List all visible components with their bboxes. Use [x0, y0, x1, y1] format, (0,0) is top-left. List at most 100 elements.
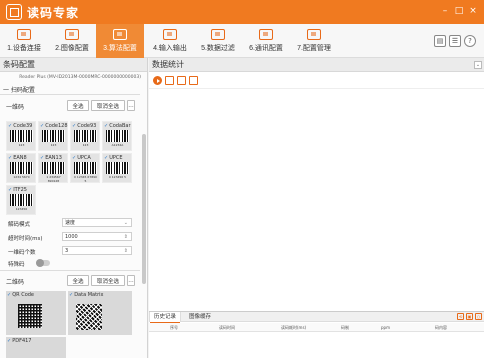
tool-algorithm-config[interactable]: 3.算法配置: [96, 24, 144, 58]
deselect-all-2d-button[interactable]: 取消全选: [91, 275, 125, 286]
data-stats-title: 数据统计: [152, 60, 184, 69]
tab-image-cache[interactable]: 图像缓存: [185, 312, 215, 322]
tool-input-output[interactable]: 4.输入输出: [146, 24, 194, 58]
tool-label: 2.图像配置: [55, 45, 89, 52]
code-cell-code39[interactable]: ✓Code39 123: [6, 121, 36, 151]
left-scrollbar[interactable]: [142, 134, 146, 284]
app-window: 读码专家 – □ × 1.设备连接 2.图像配置 3.算法配置 4.输入输出 5…: [0, 0, 484, 358]
help-icon[interactable]: ?: [464, 35, 476, 47]
code-sample: 0 123456 5: [108, 175, 127, 179]
timeout-value: 1000: [65, 234, 78, 240]
settings-icon[interactable]: ○: [475, 313, 482, 320]
reader-info: Reader Plus (MV-ID2013M-0000MRC-00000000…: [19, 75, 141, 80]
data-stats-panel: 数据统计 ⌄ 历史记录 图像缓存 ⟲ ▣ ○ 序号 读码时间 读码耗时(ms) …: [149, 58, 484, 358]
more-2d-button[interactable]: …: [127, 275, 135, 286]
io-icon: [163, 29, 177, 40]
subtitle-1d: 一维码: [6, 104, 25, 111]
deselect-all-1d-button[interactable]: 取消全选: [91, 100, 125, 111]
tool-image-config[interactable]: 2.图像配置: [48, 24, 96, 58]
code-name: ITF25: [13, 187, 27, 193]
code-cell-code93[interactable]: ✓Code93 123: [70, 121, 100, 151]
col-code-type: 码制: [341, 325, 349, 330]
select-all-1d-button[interactable]: 全选: [67, 100, 89, 111]
clear-icon[interactable]: ⟲: [457, 313, 464, 320]
check-icon: ✓: [7, 338, 12, 344]
code-name: Code93: [77, 123, 97, 129]
code-cell-code128[interactable]: ✓Code128 123: [38, 121, 68, 151]
history-panel: 历史记录 图像缓存 ⟲ ▣ ○ 序号 读码时间 读码耗时(ms) 码制 ppm …: [149, 311, 484, 358]
tool-communication[interactable]: 6.通讯配置: [242, 24, 290, 58]
tool-label: 6.通讯配置: [249, 45, 283, 52]
check-icon: ✓: [72, 123, 77, 129]
datamatrix-icon: [76, 304, 102, 330]
history-tabs: 历史记录 图像缓存 ⟲ ▣ ○: [149, 312, 484, 323]
special-code-toggle[interactable]: [36, 259, 50, 267]
image-save-icon[interactable]: [177, 76, 186, 85]
tool-label: 3.算法配置: [103, 45, 137, 52]
export-icon[interactable]: [165, 76, 174, 85]
check-icon: ✓: [40, 155, 45, 161]
code-cell-codabar[interactable]: ✓CodaBar A1234A: [102, 121, 132, 151]
col-read-time: 读码时间: [219, 325, 235, 330]
tool-data-filter[interactable]: 5.数据过滤: [194, 24, 242, 58]
code-name: Code128: [45, 123, 68, 129]
start-icon[interactable]: [153, 76, 162, 85]
check-icon: ✓: [72, 155, 77, 161]
chevron-down-icon[interactable]: ⌄: [474, 61, 482, 69]
code-cell-upca[interactable]: ✓UPCA 0 12345 67890 5: [70, 153, 100, 183]
tool-device-connect[interactable]: 1.设备连接: [0, 24, 48, 58]
decode-mode-select[interactable]: 速度 ⌄: [62, 218, 132, 227]
menu-icon[interactable]: ☰: [449, 35, 461, 47]
timeout-input[interactable]: 1000 ⇕: [62, 232, 132, 241]
image-icon: [65, 29, 79, 40]
save-icon[interactable]: ▣: [466, 313, 473, 320]
check-icon: ✓: [40, 123, 45, 129]
config-icon: [307, 29, 321, 40]
tab-history[interactable]: 历史记录: [149, 312, 182, 323]
window-controls: – □ ×: [440, 5, 478, 17]
stepper-icon[interactable]: ⇕: [124, 247, 128, 255]
code-cell-itf25[interactable]: ✓ITF25 123456: [6, 185, 36, 215]
code-cell-pdf417[interactable]: ✓PDF417: [6, 337, 66, 358]
col-ppm: ppm: [381, 325, 390, 330]
decode-mode-value: 速度: [65, 220, 76, 226]
tool-config-manage[interactable]: 7.配置管理: [290, 24, 338, 58]
code-name: PDF417: [12, 338, 32, 344]
code-sample: 123456: [15, 207, 28, 211]
code-name: QR Code: [12, 292, 35, 298]
more-1d-button[interactable]: …: [127, 100, 135, 111]
stats-canvas: [149, 88, 484, 310]
code-cell-datamatrix[interactable]: ✓Data Matrix: [68, 291, 132, 335]
minimize-button[interactable]: –: [440, 5, 450, 17]
close-button[interactable]: ×: [468, 5, 478, 17]
algorithm-icon: [113, 29, 127, 40]
count-input[interactable]: 3 ⇕: [62, 246, 132, 255]
check-icon: ✓: [104, 123, 109, 129]
divider: [0, 270, 140, 271]
stepper-icon[interactable]: ⇕: [124, 233, 128, 241]
code-sample: A1234A: [111, 143, 124, 147]
code-sample: 1234 5670: [13, 175, 30, 179]
layout-icon[interactable]: ▤: [434, 35, 446, 47]
barcode-config-panel: 条码配置 Reader Plus (MV-ID2013M-0000MRC-000…: [0, 58, 148, 358]
code-cell-ean13[interactable]: ✓EAN13 1 234567 890128: [38, 153, 68, 183]
code-name: EAN8: [13, 155, 27, 161]
barcode-icon: [10, 162, 33, 174]
code-cell-qr[interactable]: ✓QR Code: [6, 291, 66, 335]
code-name: EAN13: [45, 155, 62, 161]
col-index: 序号: [170, 325, 178, 330]
select-all-2d-button[interactable]: 全选: [67, 275, 89, 286]
section-title-scan[interactable]: 一 扫码配置: [3, 85, 35, 94]
barcode-icon: [74, 162, 97, 174]
barcode-icon: [106, 130, 129, 142]
fullscreen-icon[interactable]: [189, 76, 198, 85]
code-cell-ean8[interactable]: ✓EAN8 1234 5670: [6, 153, 36, 183]
section-title-2d: 二维码: [6, 279, 25, 286]
code-cell-upce[interactable]: ✓UPCE 0 123456 5: [102, 153, 132, 183]
maximize-button[interactable]: □: [454, 5, 464, 17]
check-icon: ✓: [69, 292, 74, 298]
main-toolbar: 1.设备连接 2.图像配置 3.算法配置 4.输入输出 5.数据过滤 6.通讯配…: [0, 24, 484, 58]
tool-label: 5.数据过滤: [201, 45, 235, 52]
tool-label: 1.设备连接: [7, 45, 41, 52]
divider: [0, 94, 140, 95]
